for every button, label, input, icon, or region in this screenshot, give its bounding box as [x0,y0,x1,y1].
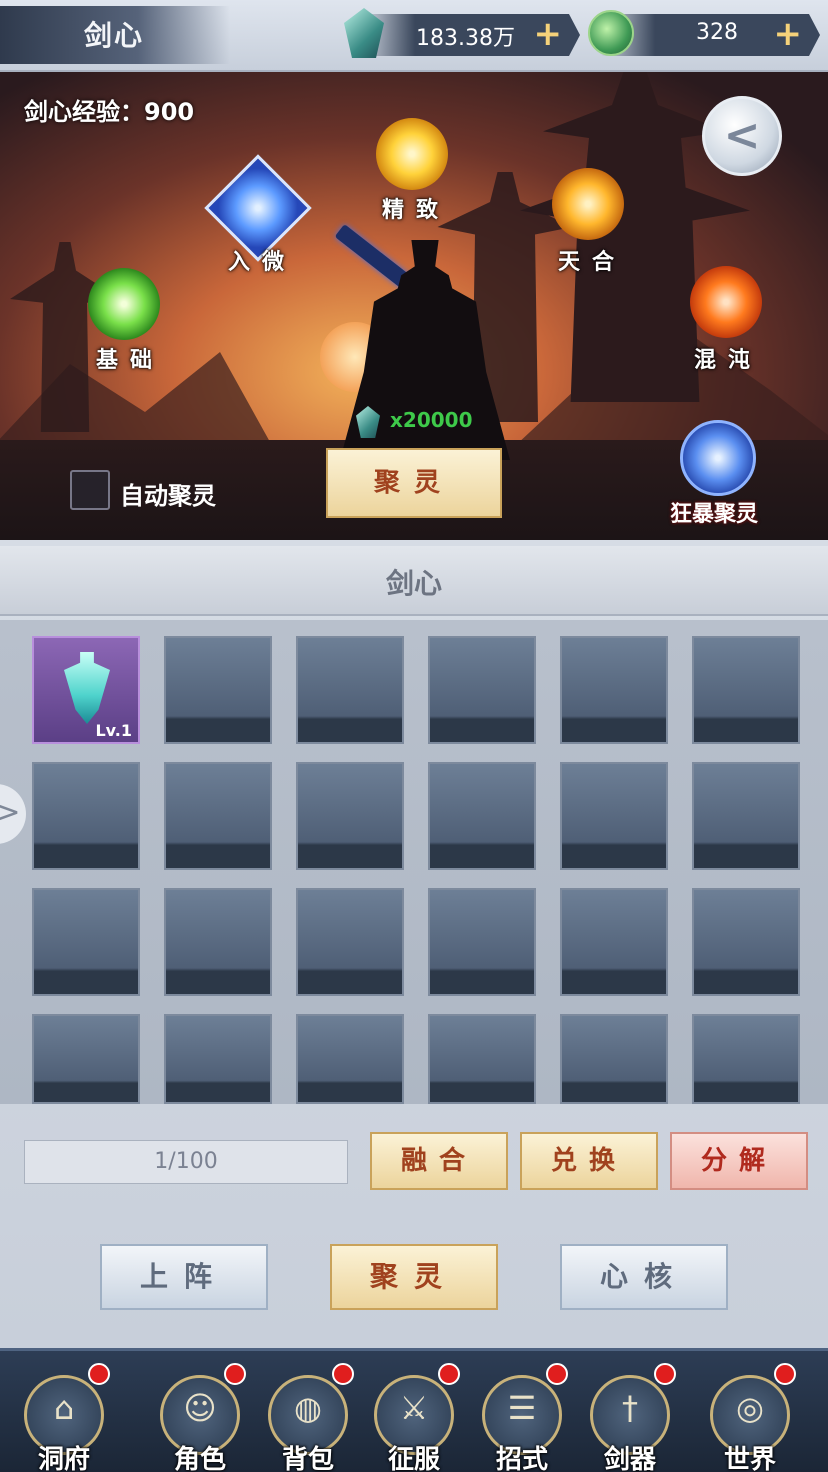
inventory-slot[interactable] [560,888,668,996]
add-gems-button[interactable]: + [534,14,563,54]
nav-item-weapons[interactable]: † 剑器 [580,1363,680,1472]
inventory-slot[interactable] [692,636,800,744]
world-map-glyph: ◎ [736,1389,764,1427]
cave-house-glyph: ⌂ [53,1389,75,1427]
notification-dot [438,1363,460,1385]
notification-dot [774,1363,796,1385]
tab-gather[interactable]: 聚灵 [330,1244,498,1310]
tab-deploy[interactable]: 上阵 [100,1244,268,1310]
nav-label: 世界 [723,1445,776,1472]
inventory-slot[interactable] [164,636,272,744]
orb-hundun[interactable] [690,266,762,338]
orb-jichu-label: 基础 [96,347,165,373]
gather-button[interactable]: 聚灵 [326,448,502,518]
notification-dot [332,1363,354,1385]
nav-item-moves[interactable]: ☰ 招式 [472,1363,572,1472]
inventory-slot[interactable] [32,762,140,870]
sword-weapon-glyph: † [622,1389,638,1427]
gems-value: 183.38万 [416,26,515,51]
inventory-capacity: 1/100 [24,1140,348,1184]
notification-dot [88,1363,110,1385]
inventory-slot[interactable]: Lv.1 [32,636,140,744]
sword-heart-item-icon [64,652,110,724]
nav-label: 洞府 [37,1445,90,1472]
decompose-button[interactable]: 分解 [670,1132,808,1190]
jade-value: 328 [696,20,738,45]
bag-glyph: ◍ [294,1389,322,1427]
frenzy-gather-button[interactable] [680,420,756,496]
nav-label: 角色 [173,1445,226,1472]
inventory-slot[interactable] [296,636,404,744]
auto-gather-checkbox[interactable] [70,470,110,510]
back-button[interactable]: < [702,96,782,176]
jade-coin-icon [588,10,634,56]
inventory-slot[interactable] [296,762,404,870]
nav-label: 征服 [387,1445,440,1472]
inventory-slot[interactable] [428,636,536,744]
orb-tianhe-label: 天合 [558,249,627,275]
add-jade-button[interactable]: + [774,14,803,54]
crossed-swords-glyph: ⚔ [399,1389,429,1427]
inventory-slot[interactable] [164,888,272,996]
orb-tianhe[interactable] [552,168,624,240]
inventory-slot[interactable] [428,888,536,996]
sword-heart-exp: 剑心经验：900 [24,98,195,126]
nav-label: 剑器 [603,1445,656,1472]
nav-label: 背包 [281,1445,334,1472]
inventory-slot[interactable] [296,888,404,996]
sword-heart-panel: 剑心 > Lv.1 1/100 融合 兑换 分解 上阵 聚灵 心核 [0,540,828,1340]
expand-side-arrow[interactable]: > [0,784,26,844]
inventory-slot[interactable] [692,888,800,996]
nav-item-cave[interactable]: ⌂ 洞府 [14,1363,114,1472]
notification-dot [546,1363,568,1385]
inventory-slot[interactable] [428,762,536,870]
top-bar: 剑心 183.38万 + 328 + [0,0,828,72]
tab-core[interactable]: 心核 [560,1244,728,1310]
orb-jichu[interactable] [88,268,160,340]
orb-jingzhi[interactable] [376,118,448,190]
inventory-slot[interactable] [32,888,140,996]
notification-dot [654,1363,676,1385]
nav-item-world[interactable]: ◎ 世界 [700,1363,800,1472]
inventory-slot[interactable] [560,636,668,744]
nav-item-conquer[interactable]: ⚔ 征服 [364,1363,464,1472]
inventory-grid: > Lv.1 [0,620,828,1104]
inventory-slot[interactable] [32,1014,140,1104]
panel-header: 剑心 [0,546,828,616]
character-glyph: ☺ [183,1389,217,1427]
fuse-button[interactable]: 融合 [370,1132,508,1190]
orb-hundun-label: 混沌 [694,347,763,373]
auto-gather-label: 自动聚灵 [120,482,216,510]
inventory-slot[interactable] [164,762,272,870]
nav-item-bag[interactable]: ◍ 背包 [258,1363,358,1472]
gems-currency-bar: 183.38万 + [360,14,580,56]
nav-item-character[interactable]: ☺ 角色 [150,1363,250,1472]
panel-title: 剑心 [385,567,442,600]
notification-dot [224,1363,246,1385]
item-level: Lv.1 [95,721,132,740]
inventory-slot[interactable] [560,762,668,870]
frenzy-gather-label: 狂暴聚灵 [670,502,759,527]
exchange-button[interactable]: 兑换 [520,1132,658,1190]
orb-jingzhi-label: 精致 [382,197,451,223]
inventory-slot[interactable] [560,1014,668,1104]
gather-cost-value: x20000 [390,408,473,432]
gathering-scene: 剑心经验：900 基础 入微 精致 天合 混沌 < x20000 自动聚灵 聚灵… [0,72,828,540]
bottom-nav: ⌂ 洞府 ☺ 角色 ◍ 背包 ⚔ 征服 ☰ 招式 † 剑器 ◎ 世界 [0,1348,828,1472]
inventory-slot[interactable] [692,762,800,870]
scroll-book-glyph: ☰ [507,1389,537,1427]
inventory-slot[interactable] [296,1014,404,1104]
page-title: 剑心 [84,19,145,52]
inventory-slot[interactable] [692,1014,800,1104]
inventory-slot[interactable] [164,1014,272,1104]
orb-ruwei-label: 入微 [228,249,297,275]
nav-label: 招式 [495,1445,548,1472]
inventory-slot[interactable] [428,1014,536,1104]
